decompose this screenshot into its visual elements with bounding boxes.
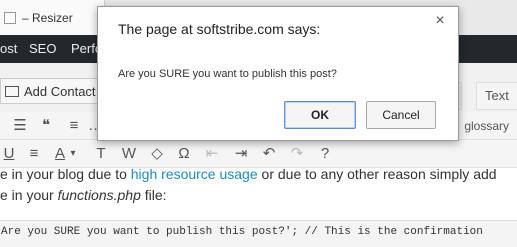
- tab-text[interactable]: Text: [476, 82, 517, 110]
- clear-formatting-icon[interactable]: ◇: [148, 144, 166, 164]
- text-color-icon[interactable]: A: [52, 144, 68, 164]
- browser-tab-title: – Resizer: [22, 10, 73, 25]
- paste-text-icon[interactable]: T: [92, 144, 110, 164]
- editor-line-1: e in your blog due to high resource usag…: [0, 166, 497, 182]
- undo-icon[interactable]: ↶: [260, 144, 278, 164]
- dialog-message: Are you SURE you want to publish this po…: [118, 68, 337, 80]
- redo-icon[interactable]: ↷: [288, 144, 306, 164]
- add-contact-button[interactable]: Add Contact: [0, 78, 104, 104]
- underline-icon[interactable]: U: [2, 144, 16, 164]
- close-icon[interactable]: ×: [432, 13, 448, 29]
- browser-tab[interactable]: – Resizer: [0, 0, 105, 35]
- admin-item-post[interactable]: ost: [0, 35, 17, 63]
- editor-text: file:: [140, 187, 167, 203]
- editor-text: e in your: [0, 187, 58, 203]
- resource-usage-link[interactable]: high resource usage: [131, 166, 258, 182]
- ok-button[interactable]: OK: [284, 101, 356, 129]
- paste-word-icon[interactable]: W: [120, 144, 138, 164]
- confirm-dialog: The page at softstribe.com says: × Are y…: [97, 6, 459, 141]
- align-left-icon[interactable]: ≡: [64, 116, 84, 136]
- editor-body[interactable]: e in your blog due to high resource usag…: [0, 166, 517, 220]
- functions-php-text: functions.php: [57, 187, 141, 203]
- editor-line-2: e in your functions.php file:: [0, 187, 167, 203]
- indent-icon[interactable]: ⇥: [232, 144, 250, 164]
- contact-form-icon: [5, 85, 19, 97]
- dialog-title: The page at softstribe.com says:: [118, 21, 321, 37]
- cancel-button[interactable]: Cancel: [366, 101, 436, 129]
- editor-text: or due to any other reason simply add: [257, 166, 497, 182]
- bullet-list-icon[interactable]: ☰: [10, 116, 30, 136]
- editor-toolbar-row-2: U ≡ A ▾ T W ◇ Ω ⇤ ⇥ ↶ ↷ ?: [0, 140, 517, 168]
- admin-item-seo[interactable]: SEO: [29, 35, 56, 63]
- blockquote-icon[interactable]: ❝: [36, 116, 56, 136]
- code-block: Are you SURE you want to publish this po…: [0, 220, 517, 247]
- justify-icon[interactable]: ≡: [24, 144, 44, 164]
- outdent-icon[interactable]: ⇤: [203, 144, 221, 164]
- chevron-down-icon[interactable]: ▾: [68, 144, 78, 164]
- page-icon: [4, 11, 16, 24]
- special-character-icon[interactable]: Ω: [175, 144, 193, 164]
- help-icon[interactable]: ?: [316, 144, 334, 164]
- editor-text: e in your blog due to: [0, 166, 131, 182]
- glossary-label[interactable]: glossary: [464, 116, 509, 136]
- add-contact-label: Add Contact: [24, 83, 96, 99]
